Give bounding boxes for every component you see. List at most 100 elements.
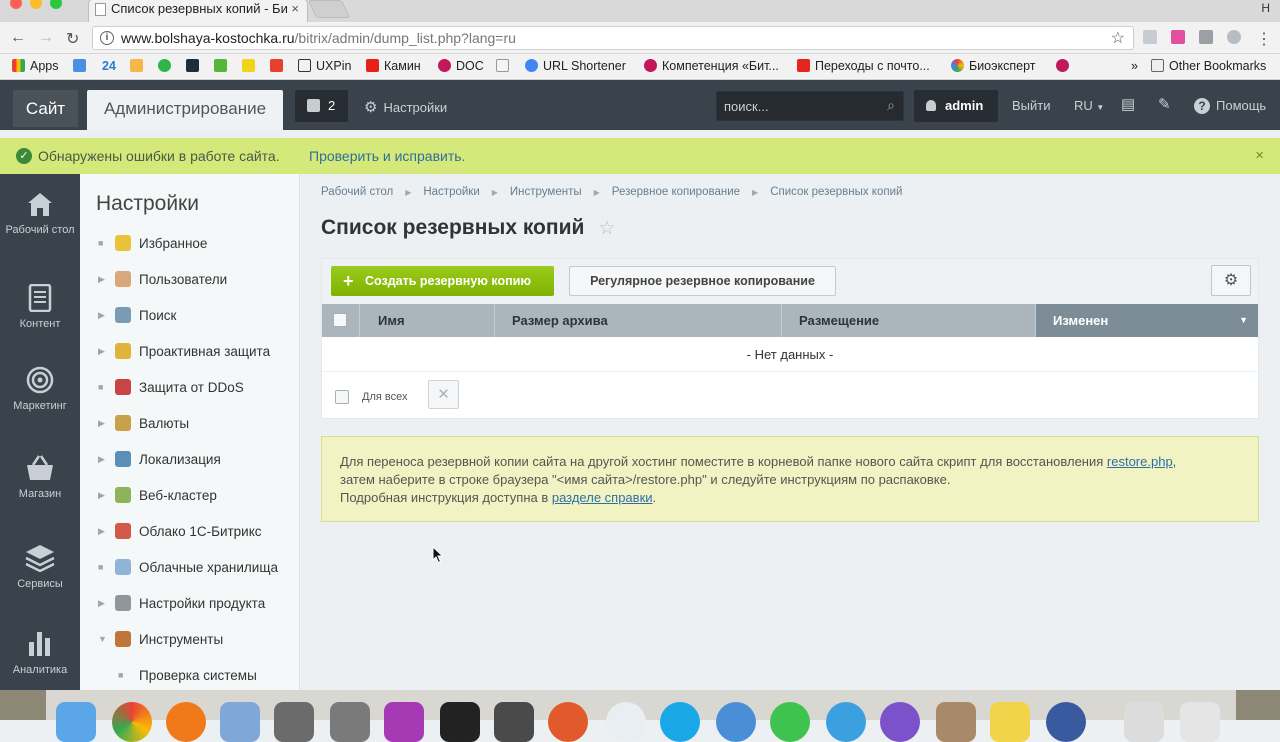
bookmark-chart[interactable] (496, 59, 514, 73)
column-header-location[interactable]: Размещение (782, 304, 1036, 337)
create-backup-button[interactable]: + Создать резервную копию (331, 266, 554, 296)
expand-right-icon[interactable]: ▶ (98, 454, 105, 465)
search-icon[interactable]: ⌕ (887, 97, 895, 114)
address-bar[interactable]: i www.bolshaya-kostochka.ru/bitrix/admin… (92, 26, 1134, 50)
reload-icon[interactable]: ↻ (66, 29, 79, 49)
close-window-icon[interactable] (10, 0, 22, 9)
telegram-icon[interactable] (826, 702, 866, 742)
help-link[interactable]: ? Помощь (1194, 98, 1266, 114)
extension-icon[interactable] (1143, 30, 1157, 44)
new-tab-button[interactable] (307, 0, 351, 18)
bookmark-apps[interactable]: Apps (12, 59, 59, 73)
bookmark-icon-4[interactable] (214, 59, 232, 73)
apply-to-all-checkbox[interactable] (335, 390, 349, 404)
regular-backup-button[interactable]: Регулярное резервное копирование (569, 266, 836, 296)
pin-icon[interactable]: ✎ (1158, 95, 1171, 113)
rail-desktop[interactable]: Рабочий стол (0, 190, 80, 236)
menu-icon[interactable]: ⋮ (1256, 29, 1272, 49)
bookmark-other[interactable]: Other Bookmarks (1151, 59, 1266, 73)
chrome-icon[interactable] (112, 702, 152, 742)
menu-item[interactable]: ■ Облачные хранилища (80, 556, 300, 582)
phpstorm-icon[interactable] (384, 702, 424, 742)
calendar-icon[interactable] (606, 702, 646, 742)
notifications-button[interactable]: 2 (295, 90, 348, 122)
bookmark-icon-6[interactable] (270, 59, 288, 73)
breadcrumb-item[interactable]: Инструменты (510, 186, 582, 198)
rail-content[interactable]: Контент (0, 284, 80, 330)
expand-right-icon[interactable]: ▶ (98, 346, 105, 357)
rail-marketing[interactable]: Маркетинг (0, 366, 80, 412)
bookmark-icon-1[interactable] (130, 59, 148, 73)
menu-item[interactable]: ■ Избранное (80, 232, 300, 258)
app-icon[interactable] (1124, 702, 1164, 742)
viber-icon[interactable] (880, 702, 920, 742)
expand-right-icon[interactable]: ▶ (98, 274, 105, 285)
expand-right-icon[interactable]: ▶ (98, 598, 105, 609)
forward-icon[interactable]: → (38, 29, 54, 47)
language-selector[interactable]: RU ▼ (1074, 98, 1104, 113)
menu-item[interactable]: ▶ Поиск (80, 304, 300, 330)
bookmark-bioexpert[interactable]: Биоэксперт (951, 59, 1036, 73)
sublime-icon[interactable] (330, 702, 370, 742)
bookmarks-more[interactable]: » (1131, 59, 1138, 73)
column-header-name[interactable]: Имя (360, 304, 495, 337)
terminal-icon[interactable] (440, 702, 480, 742)
app-icon[interactable] (1046, 702, 1086, 742)
menu-item[interactable]: ▼ Инструменты (80, 628, 300, 654)
extension-icon[interactable] (1171, 30, 1185, 44)
bookmark-star-icon[interactable]: ☆ (1111, 28, 1125, 48)
back-icon[interactable]: ← (10, 29, 26, 47)
menu-item[interactable]: ▶ Настройки продукта (80, 592, 300, 618)
whatsapp-icon[interactable] (770, 702, 810, 742)
user-button[interactable]: admin (914, 90, 998, 122)
menu-item[interactable]: ▶ Локализация (80, 448, 300, 474)
panel-icon[interactable]: ▤ (1121, 95, 1135, 113)
expand-right-icon[interactable]: ▶ (98, 526, 105, 537)
rail-analytics[interactable]: Аналитика (0, 630, 80, 676)
app-icon[interactable] (494, 702, 534, 742)
menu-item[interactable]: ■ Защита от DDoS (80, 376, 300, 402)
bookmark-url-shortener[interactable]: URL Shortener (525, 59, 626, 73)
bookmark-kompetenciya[interactable]: Компетенция «Бит... (644, 59, 779, 73)
bookmark-icon-7[interactable] (1056, 59, 1074, 73)
bookmark-perehody[interactable]: Переходы с почто... (797, 59, 930, 73)
select-all-checkbox[interactable] (333, 313, 347, 327)
favorite-star-icon[interactable]: ☆ (598, 218, 615, 239)
expand-right-icon[interactable]: ▶ (98, 418, 105, 429)
firefox-icon[interactable] (166, 702, 206, 742)
fix-errors-link[interactable]: Проверить и исправить. (309, 148, 465, 164)
bookmark-icon-5[interactable] (242, 59, 260, 73)
skype-icon[interactable] (660, 702, 700, 742)
info-icon[interactable]: i (100, 31, 114, 45)
rail-shop[interactable]: Магазин (0, 454, 80, 500)
preview-icon[interactable] (220, 702, 260, 742)
column-header-modified[interactable]: Изменен ▼ (1036, 304, 1258, 337)
extension-icon[interactable] (1227, 30, 1241, 44)
vk-icon[interactable] (716, 702, 756, 742)
breadcrumb-item[interactable]: Резервное копирование (612, 186, 740, 198)
bookmark-doc[interactable]: DOC (438, 59, 484, 73)
menu-item[interactable]: ▶ Веб-кластер (80, 484, 300, 510)
notes-icon[interactable] (990, 702, 1030, 742)
admin-button[interactable]: Администрирование (87, 90, 283, 130)
minimize-window-icon[interactable] (30, 0, 42, 9)
breadcrumb-item[interactable]: Настройки (423, 186, 479, 198)
menu-item[interactable]: ▶ Пользователи (80, 268, 300, 294)
menu-item[interactable]: ▶ Проактивная защита (80, 340, 300, 366)
menu-item[interactable]: ▶ Валюты (80, 412, 300, 438)
app-icon[interactable] (274, 702, 314, 742)
app-icon[interactable] (936, 702, 976, 742)
camera-icon[interactable] (1199, 30, 1213, 44)
restore-php-link[interactable]: restore.php (1107, 454, 1173, 469)
bookmark-24[interactable]: 24 (102, 59, 116, 73)
delete-selected-button[interactable]: ✕ (428, 380, 459, 409)
menu-item[interactable]: ■ Проверка системы (80, 664, 300, 690)
tab-close-icon[interactable]: × (291, 1, 299, 16)
bookmark-icon-2[interactable] (158, 59, 176, 73)
logout-link[interactable]: Выйти (1012, 98, 1051, 113)
expand-right-icon[interactable]: ▶ (98, 490, 105, 501)
site-button[interactable]: Сайт (13, 90, 78, 127)
maximize-window-icon[interactable] (50, 0, 62, 9)
search-input[interactable]: поиск... ⌕ (716, 91, 904, 121)
app-icon[interactable] (548, 702, 588, 742)
